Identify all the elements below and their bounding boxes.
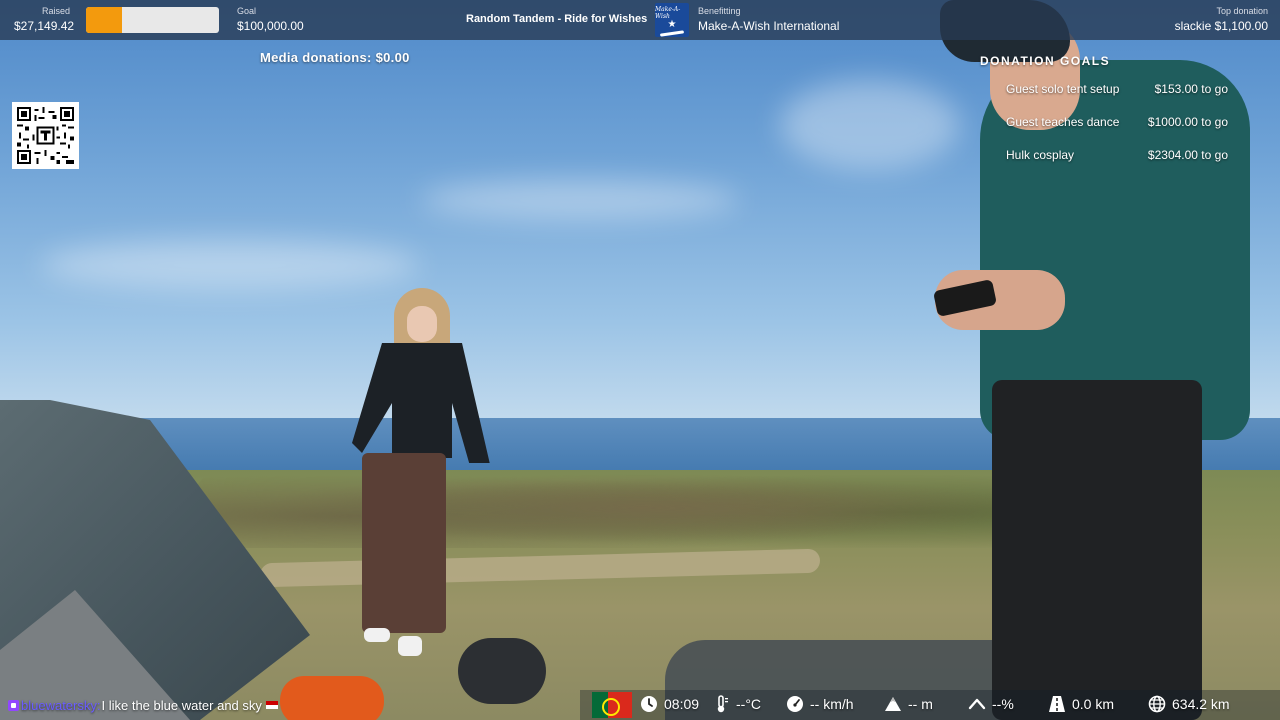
shrubs <box>190 468 1010 548</box>
time-stat: 08:09 <box>640 695 699 713</box>
road-icon <box>1048 695 1066 713</box>
chat-message: bluewatersky: I like the blue water and … <box>8 696 278 714</box>
benefit-label: Benefitting <box>698 6 741 16</box>
speed-stat: -- km/h <box>786 695 854 713</box>
sleeping-pad <box>280 676 384 720</box>
shoe <box>398 636 422 656</box>
chat-username[interactable]: bluewatersky: <box>21 698 100 713</box>
goal-label: Goal <box>237 6 257 16</box>
telemetry-bar: 08:09 --°C -- km/h -- m --% 0.0 km 634.2… <box>580 690 1280 720</box>
chat-text: I like the blue water and sky <box>101 697 262 713</box>
thermometer-icon <box>712 695 730 713</box>
altitude-stat: -- m <box>884 695 933 713</box>
goal-value: $100,000.00 <box>237 19 304 33</box>
temperature-stat: --°C <box>712 695 761 713</box>
cloud <box>40 240 420 290</box>
raised-label: Raised <box>41 6 70 16</box>
top-donation-value: slackie $1,100.00 <box>1174 19 1268 33</box>
benefit-block: Benefitting Make-A-Wish International <box>698 6 839 33</box>
pants <box>992 380 1202 720</box>
goal-amount: $1000.00 to go <box>1147 115 1228 129</box>
distance-total-value: 634.2 km <box>1172 696 1230 712</box>
globe-icon <box>1148 695 1166 713</box>
star-icon: ★ <box>667 18 677 30</box>
portugal-flag-icon <box>592 692 632 718</box>
top-donation-block: Top donation slackie $1,100.00 <box>1175 6 1268 33</box>
clock-icon <box>640 695 658 713</box>
time-value: 08:09 <box>664 696 700 712</box>
stream-overlay: Raised $27,149.42 Goal $100,000.00 Rando… <box>0 0 1280 720</box>
distance-today-value: 0.0 km <box>1072 696 1115 712</box>
media-donations: Media donations: $0.00 <box>260 50 410 65</box>
pants <box>362 453 446 633</box>
altitude-value: -- m <box>908 696 933 712</box>
stream-title: Random Tandem - Ride for Wishes <box>466 13 648 25</box>
donation-qr-code[interactable] <box>12 102 79 169</box>
benefit-value: Make-A-Wish International <box>698 19 840 33</box>
grade-value: --% <box>992 696 1014 712</box>
goal-name: Guest solo tent setup <box>1006 82 1120 96</box>
goal-amount: $2304.00 to go <box>1147 148 1228 162</box>
raised-value: $27,149.42 <box>14 19 75 33</box>
distance-total-stat: 634.2 km <box>1148 695 1230 713</box>
donation-goals-panel: DONATION GOALS Guest solo tent setup $15… <box>980 54 1230 181</box>
goal-name: Hulk cosplay <box>1006 148 1075 162</box>
goal-item: Guest teaches dance $1000.00 to go <box>1006 115 1230 148</box>
goal-amount: $153.00 to go <box>1154 82 1228 96</box>
fundraising-progress-bar <box>86 7 219 33</box>
distance-today-stat: 0.0 km <box>1048 695 1114 713</box>
logo-text: Make-A-Wish <box>655 5 681 20</box>
face <box>407 306 437 342</box>
top-donation-label: Top donation <box>1216 6 1268 16</box>
raised-block: Raised $27,149.42 <box>14 6 75 33</box>
donation-goals-title: DONATION GOALS <box>980 54 1111 68</box>
grade-stat: --% <box>968 695 1014 713</box>
person-woman <box>352 288 492 658</box>
goal-name: Guest teaches dance <box>1006 115 1120 129</box>
make-a-wish-logo: Make-A-Wish ★ <box>655 3 689 37</box>
twitch-badge-icon <box>8 699 19 711</box>
speedometer-icon <box>786 695 804 713</box>
jacket <box>352 343 492 463</box>
goal-block: Goal $100,000.00 <box>237 6 304 33</box>
temperature-value: --°C <box>736 696 762 712</box>
top-bar: Raised $27,149.42 Goal $100,000.00 Rando… <box>0 0 1280 40</box>
incline-icon <box>968 695 986 713</box>
goal-item: Guest solo tent setup $153.00 to go <box>1006 82 1230 115</box>
mountain-icon <box>884 695 902 713</box>
flag-emoji-icon <box>265 701 278 709</box>
swoosh-icon <box>659 29 685 37</box>
progress-fill <box>86 7 123 33</box>
speed-value: -- km/h <box>810 696 854 712</box>
goal-item: Hulk cosplay $2304.00 to go <box>1006 148 1230 181</box>
shoe <box>364 628 390 642</box>
qr-code-icon <box>17 107 74 164</box>
cloud <box>420 180 740 220</box>
